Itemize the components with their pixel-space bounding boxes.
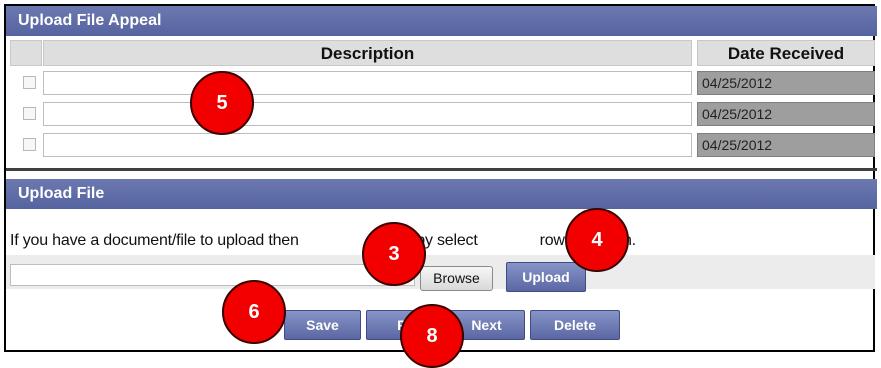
date-received-header-label: Date Received [727, 44, 845, 63]
row-checkbox[interactable] [23, 107, 36, 120]
description-input[interactable] [43, 133, 692, 157]
browse-button[interactable]: Browse [420, 266, 493, 291]
description-input[interactable] [43, 102, 692, 126]
date-received-value: 04/25/2012 [697, 133, 875, 157]
upload-section-title: Upload File [18, 185, 105, 202]
callout-4-badge: 4 [565, 208, 629, 272]
appeal-section-title: Upload File Appeal [18, 12, 162, 29]
upload-section-header: Upload File [6, 179, 877, 209]
callout-8-badge: 8 [400, 304, 464, 368]
save-button[interactable]: Save [284, 310, 361, 340]
date-received-value: 04/25/2012 [697, 102, 875, 126]
date-received-value: 04/25/2012 [697, 71, 875, 95]
description-input[interactable] [43, 71, 692, 95]
row-checkbox[interactable] [23, 138, 36, 151]
instruction-text-1: If you have a document/file to upload th… [10, 232, 299, 249]
date-received-column-header: Date Received [697, 40, 875, 66]
select-column-header [10, 40, 42, 66]
row-checkbox[interactable] [23, 76, 36, 89]
callout-6-badge: 6 [222, 280, 286, 344]
file-path-input[interactable] [10, 264, 415, 286]
appeal-section-header: Upload File Appeal [6, 6, 877, 36]
description-header-label: Description [320, 44, 415, 63]
upload-instruction: If you have a document/file to upload th… [10, 232, 636, 250]
description-column-header: Description [43, 40, 692, 66]
callout-3-badge: 3 [362, 222, 426, 286]
callout-5-badge: 5 [190, 71, 254, 135]
delete-button[interactable]: Delete [530, 310, 620, 340]
upload-button[interactable]: Upload [506, 262, 586, 292]
section-divider [6, 168, 877, 171]
